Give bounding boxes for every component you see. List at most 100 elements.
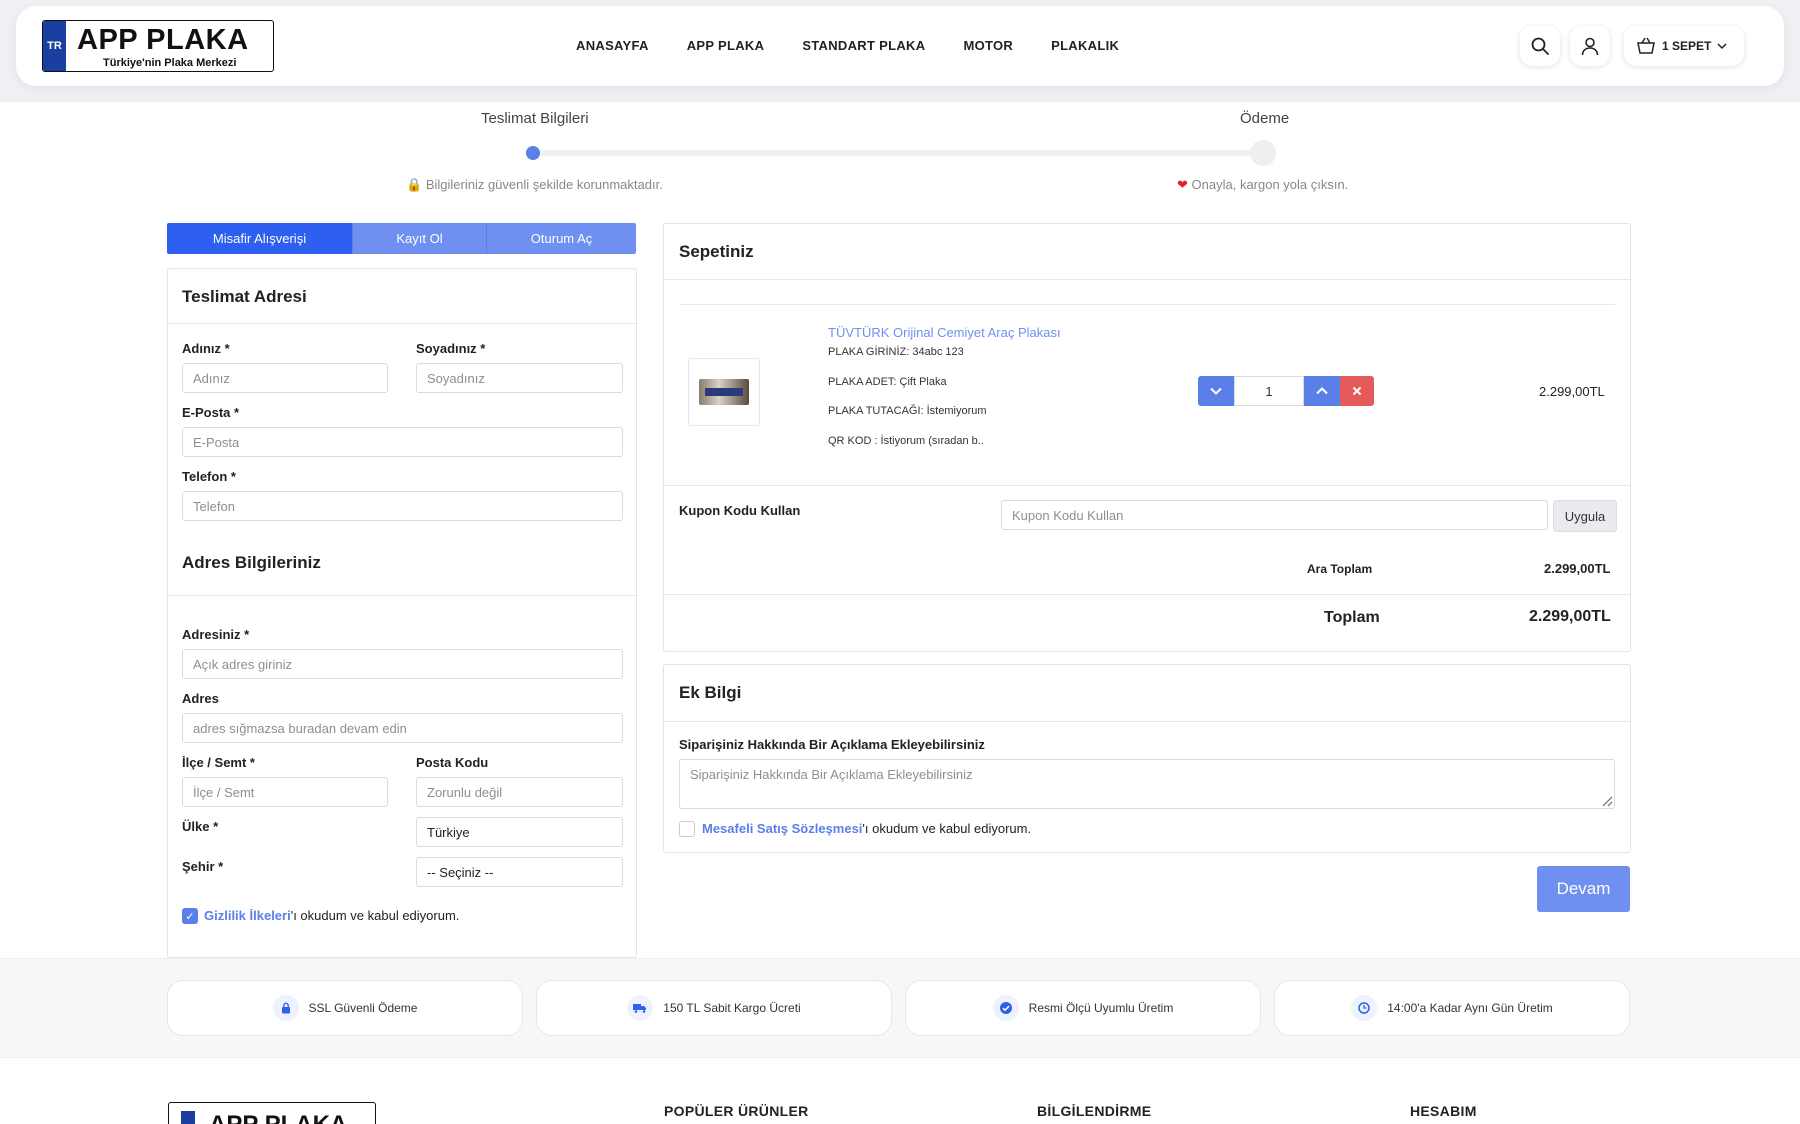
nav-anasayfa[interactable]: ANASAYFA <box>576 38 649 53</box>
email-input[interactable]: E-Posta <box>182 427 623 457</box>
attr-plate-holder: PLAKA TUTACAĞI: İstemiyorum <box>828 405 987 417</box>
tab-guest[interactable]: Misafir Alışverişi <box>167 223 352 254</box>
divider <box>664 721 1630 722</box>
address-section-title: Adres Bilgileriniz <box>182 553 321 572</box>
footer-logo-band <box>181 1111 195 1124</box>
privacy-consent: Gizlilik İlkeleri'ı okudum ve kabul ediy… <box>204 908 459 923</box>
nav-app-plaka[interactable]: APP PLAKA <box>687 38 765 53</box>
nav-plakalik[interactable]: PLAKALIK <box>1051 38 1119 53</box>
extra-info-panel: Ek Bilgi Siparişiniz Hakkında Bir Açıkla… <box>663 664 1631 853</box>
quantity-input[interactable]: 1 <box>1234 376 1304 406</box>
clock-icon <box>1351 995 1378 1021</box>
phone-label: Telefon * <box>182 469 236 484</box>
nav-motor[interactable]: MOTOR <box>963 38 1013 53</box>
contract-link[interactable]: Mesafeli Satış Sözleşmesi <box>702 821 862 836</box>
main-nav: ANASAYFA APP PLAKA STANDART PLAKA MOTOR … <box>576 38 1119 53</box>
shipping-note: ❤ Onayla, kargon yola çıksın. <box>1177 177 1348 193</box>
continue-button[interactable]: Devam <box>1537 866 1630 912</box>
site-header: TR APP PLAKA Türkiye'nin Plaka Merkezi A… <box>16 6 1784 86</box>
contract-checkbox[interactable] <box>679 821 695 837</box>
account-tabs: Misafir Alışverişi Kayıt Ol Oturum Aç <box>167 223 636 254</box>
feature-official-size-text: Resmi Ölçü Uyumlu Üretim <box>1028 1001 1174 1015</box>
coupon-input[interactable]: Kupon Kodu Kullan <box>1001 500 1548 530</box>
tab-login[interactable]: Oturum Aç <box>486 223 636 254</box>
search-button[interactable] <box>1520 26 1560 66</box>
logo-title: APP PLAKA <box>77 24 249 56</box>
address-label: Adresiniz * <box>182 627 250 642</box>
product-name-link[interactable]: TÜVTÜRK Orijinal Cemiyet Araç Plakası <box>828 325 1061 340</box>
country-select[interactable]: Türkiye <box>416 817 623 847</box>
site-logo[interactable]: TR APP PLAKA Türkiye'nin Plaka Merkezi <box>42 20 274 72</box>
extra-info-title: Ek Bilgi <box>679 683 742 702</box>
privacy-link[interactable]: Gizlilik İlkeleri <box>204 908 291 923</box>
divider <box>664 485 1630 486</box>
product-thumbnail[interactable] <box>688 358 760 426</box>
step-delivery-dot <box>526 146 540 160</box>
footer-logo-title: APP PLAKA <box>209 1111 347 1124</box>
country-label: Ülke * <box>182 819 219 834</box>
divider <box>168 323 636 324</box>
cart-panel: Sepetiniz Kupon Kodu Kullan Kupon Kodu K… <box>663 223 1631 652</box>
order-note-textarea[interactable]: Siparişiniz Hakkında Bir Açıklama Ekleye… <box>679 759 1615 809</box>
remove-item-button[interactable] <box>1340 376 1374 406</box>
step-payment-label: Ödeme <box>1240 110 1290 127</box>
last-name-input[interactable]: Soyadınız <box>416 363 623 393</box>
divider <box>664 594 1630 595</box>
footer-info-heading: BİLGİLENDİRME <box>1037 1103 1152 1119</box>
lock-icon: 🔒 <box>406 177 423 192</box>
attr-plate-count: PLAKA ADET: Çift Plaka <box>828 376 947 388</box>
footer-popular-heading: POPÜLER ÜRÜNLER <box>664 1103 809 1119</box>
footer-logo[interactable]: APP PLAKA <box>168 1102 376 1124</box>
contract-consent: Mesafeli Satış Sözleşmesi'ı okudum ve ka… <box>702 821 1031 836</box>
logo-country-band: TR <box>43 21 66 71</box>
security-note: 🔒 Bilgileriniz güvenli şekilde korunmakt… <box>406 177 663 193</box>
postcode-input[interactable]: Zorunlu değil <box>416 777 623 807</box>
footer-account-heading: HESABIM <box>1410 1103 1477 1119</box>
address2-label: Adres <box>182 691 219 706</box>
feature-ssl: SSL Güvenli Ödeme <box>167 980 523 1036</box>
feature-ssl-text: SSL Güvenli Ödeme <box>308 1001 418 1015</box>
address2-input[interactable]: adres sığmazsa buradan devam edin <box>182 713 623 743</box>
resize-handle-icon[interactable] <box>1601 795 1613 807</box>
divider <box>679 304 1615 305</box>
item-price: 2.299,00TL <box>1539 384 1605 399</box>
basket-icon <box>1637 37 1655 54</box>
nav-standart-plaka[interactable]: STANDART PLAKA <box>802 38 925 53</box>
chevron-down-icon <box>1210 387 1222 395</box>
progress-track <box>533 150 1263 156</box>
security-note-text: Bilgileriniz güvenli şekilde korunmaktad… <box>425 177 663 192</box>
feature-same-day: 14:00'a Kadar Aynı Gün Üretim <box>1274 980 1630 1036</box>
apply-coupon-button[interactable]: Uygula <box>1553 500 1617 532</box>
attr-plate-number: PLAKA GİRİNİZ: 34abc 123 <box>828 346 964 358</box>
cart-count-label: 1 SEPET <box>1662 39 1712 53</box>
coupon-label: Kupon Kodu Kullan <box>679 503 801 518</box>
subtotal-label: Ara Toplam <box>1307 562 1373 576</box>
feature-shipping: 150 TL Sabit Kargo Ücreti <box>536 980 892 1036</box>
increase-quantity-button[interactable] <box>1304 376 1340 406</box>
total-value: 2.299,00TL <box>1529 608 1611 625</box>
decrease-quantity-button[interactable] <box>1198 376 1234 406</box>
first-name-input[interactable]: Adınız <box>182 363 388 393</box>
last-name-label: Soyadınız * <box>416 341 486 356</box>
plate-image <box>699 379 749 405</box>
email-label: E-Posta * <box>182 405 240 420</box>
tab-register[interactable]: Kayıt Ol <box>352 223 486 254</box>
first-name-label: Adınız * <box>182 341 230 356</box>
feature-same-day-text: 14:00'a Kadar Aynı Gün Üretim <box>1387 1001 1553 1015</box>
postcode-label: Posta Kodu <box>416 755 489 770</box>
chevron-down-icon <box>1717 43 1727 50</box>
lock-icon <box>272 995 299 1021</box>
privacy-checkbox[interactable]: ✓ <box>182 908 198 924</box>
district-input[interactable]: İlçe / Semt <box>182 777 388 807</box>
account-button[interactable] <box>1570 26 1610 66</box>
address-input[interactable]: Açık adres giriniz <box>182 649 623 679</box>
delivery-title: Teslimat Adresi <box>182 287 307 306</box>
cart-button[interactable]: 1 SEPET <box>1624 26 1744 66</box>
shipping-note-text: Onayla, kargon yola çıksın. <box>1191 177 1349 192</box>
district-label: İlçe / Semt * <box>182 755 255 770</box>
city-select[interactable]: -- Seçiniz -- <box>416 857 623 887</box>
attr-qr-code: QR KOD : İstiyorum (sıradan b.. <box>828 435 984 447</box>
phone-input[interactable]: Telefon <box>182 491 623 521</box>
divider <box>168 595 636 596</box>
divider <box>664 279 1630 280</box>
